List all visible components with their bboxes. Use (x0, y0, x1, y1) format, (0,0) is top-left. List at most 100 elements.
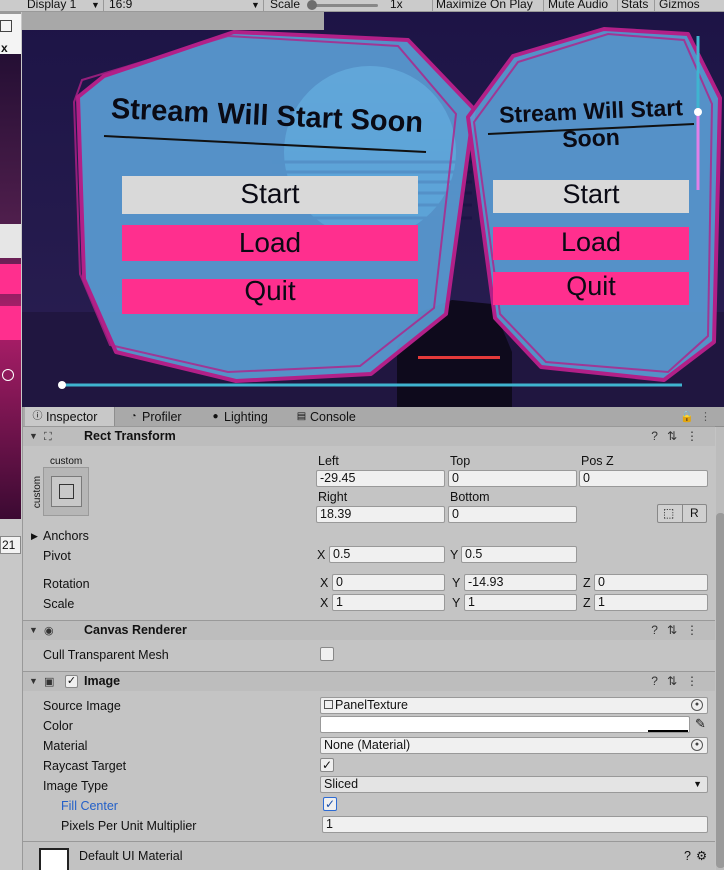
rect-transform-title: Rect Transform (84, 429, 176, 443)
aspect-dropdown-arrow-icon[interactable]: ▼ (251, 0, 260, 11)
toolbar-divider (654, 0, 655, 11)
anchor-square-icon (59, 484, 74, 499)
dropdown-arrow-icon: ▼ (693, 779, 702, 789)
left-start-button[interactable]: Start (122, 178, 418, 210)
object-picker-icon[interactable]: ● (691, 739, 703, 751)
tab-profiler[interactable]: ◔ Profiler (121, 407, 201, 427)
display-dropdown[interactable]: Display 1 (27, 0, 76, 11)
aspect-dropdown[interactable]: 16:9 (109, 0, 132, 11)
right-field[interactable]: 18.39 (316, 506, 445, 523)
top-field[interactable]: 0 (448, 470, 577, 487)
rotation-z-label: Z (583, 576, 591, 590)
anchors-label[interactable]: Anchors (43, 529, 89, 543)
maximize-on-play-toggle[interactable]: Maximize On Play (436, 0, 533, 11)
scale-slider-track[interactable] (308, 4, 378, 7)
object-picker-icon[interactable]: ● (691, 699, 703, 711)
game-view-toolbar: Display 1 ▼ 16:9 ▼ Scale 1x Maximize On … (0, 0, 724, 12)
collapse-arrow-icon[interactable]: ▼ (29, 621, 38, 640)
rotation-label: Rotation (43, 577, 90, 591)
rotation-y-field[interactable]: -14.93 (464, 574, 577, 591)
posz-field[interactable]: 0 (579, 470, 708, 487)
color-label: Color (43, 719, 73, 733)
rect-transform-header[interactable]: ▼ ⛶ Rect Transform ?⇅⋮ (23, 426, 715, 446)
inspector-scrollbar-thumb[interactable] (716, 513, 724, 868)
component-menu-icons[interactable]: ?⇅⋮ (651, 672, 707, 691)
sprite-icon (324, 700, 333, 709)
toolbar-divider (103, 0, 104, 11)
eyedropper-icon[interactable]: ✎ (695, 717, 706, 731)
rotation-x-field[interactable]: 0 (332, 574, 445, 591)
tab-options-icons[interactable]: 🔒⋮ (680, 410, 717, 423)
component-menu-icons[interactable]: ?⇅⋮ (651, 621, 707, 640)
right-load-button[interactable]: Load (493, 227, 689, 258)
lightbulb-icon: ● (212, 411, 219, 422)
material-value: None (Material) (324, 738, 411, 752)
rotation-z-field[interactable]: 0 (594, 574, 708, 591)
ppu-multiplier-field[interactable]: 1 (322, 816, 708, 833)
material-preview-icon[interactable] (39, 848, 69, 870)
anchors-expand-icon[interactable]: ▶ (31, 529, 38, 543)
raycast-target-checkbox[interactable]: ✓ (320, 758, 334, 772)
blueprint-mode-icon[interactable]: ⬚ (663, 506, 674, 520)
toolbar-divider (263, 0, 264, 11)
cull-transparent-checkbox[interactable] (320, 647, 334, 661)
color-field[interactable] (320, 716, 690, 733)
canvas-renderer-header[interactable]: ▼ ◉ Canvas Renderer ?⇅⋮ (23, 620, 715, 640)
tab-lighting[interactable]: ● Lighting (203, 407, 285, 427)
scene-coordinate-field[interactable]: 21 (0, 536, 21, 554)
source-image-label: Source Image (43, 699, 121, 713)
material-footer-title: Default UI Material (79, 849, 183, 863)
collapse-arrow-icon[interactable]: ▼ (29, 427, 38, 446)
tab-inspector[interactable]: ⓘ Inspector (25, 407, 115, 428)
scale-z-field[interactable]: 1 (594, 594, 708, 611)
right-quit-button[interactable]: Quit (493, 271, 689, 302)
pivot-x-label: X (317, 548, 326, 562)
material-footer-icons[interactable]: ?⚙ (684, 849, 712, 863)
scale-z-label: Z (583, 596, 591, 610)
scene-view-preview[interactable]: x (0, 14, 21, 519)
scene-header: x (0, 14, 21, 55)
scene-x-label: x (1, 41, 8, 55)
left-field[interactable]: -29.45 (316, 470, 445, 487)
inspector-scrollbar[interactable] (716, 427, 724, 870)
image-type-dropdown[interactable]: Sliced ▼ (320, 776, 708, 793)
tab-console-label: Console (310, 410, 356, 424)
scale-y-field[interactable]: 1 (464, 594, 577, 611)
pivot-y-label: Y (450, 548, 459, 562)
source-image-value: PanelTexture (335, 698, 408, 712)
right-start-button[interactable]: Start (493, 179, 689, 210)
scale-x-field[interactable]: 1 (332, 594, 445, 611)
top-label: Top (450, 454, 471, 468)
display-dropdown-arrow-icon[interactable]: ▼ (91, 0, 100, 11)
image-enabled-checkbox[interactable]: ✓ (65, 675, 78, 688)
left-label: Left (318, 454, 339, 468)
fill-center-checkbox[interactable]: ✓ (323, 797, 337, 811)
source-image-field[interactable]: PanelTexture ● (320, 697, 708, 714)
bottom-field[interactable]: 0 (448, 506, 577, 523)
pivot-label: Pivot (43, 549, 71, 563)
raw-edit-button[interactable]: R (690, 506, 699, 520)
anchor-preset-button[interactable] (43, 467, 89, 516)
component-menu-icons[interactable]: ?⇅⋮ (651, 427, 707, 446)
gizmos-toggle[interactable]: Gizmos (659, 0, 700, 11)
mute-audio-toggle[interactable]: Mute Audio (548, 0, 608, 11)
collapse-arrow-icon[interactable]: ▼ (29, 672, 38, 691)
alpha-bar (648, 730, 688, 732)
scene-box-icon (0, 20, 12, 32)
tab-profiler-label: Profiler (142, 410, 182, 424)
profiler-icon: ◔ (130, 411, 137, 422)
game-view[interactable]: Stream Will Start Soon Start Load Quit S… (22, 12, 724, 407)
tab-console[interactable]: ▤ Console (289, 407, 369, 427)
left-quit-button[interactable]: Quit (122, 275, 418, 307)
canvas-renderer-title: Canvas Renderer (84, 623, 187, 637)
scale-label: Scale (270, 0, 301, 11)
stats-toggle[interactable]: Stats (621, 0, 648, 11)
scale-slider-handle[interactable] (307, 0, 317, 10)
pivot-y-field[interactable]: 0.5 (461, 546, 577, 563)
pivot-x-field[interactable]: 0.5 (329, 546, 445, 563)
scene-button (0, 306, 21, 340)
rotation-x-label: X (320, 576, 329, 590)
material-field[interactable]: None (Material) ● (320, 737, 708, 754)
image-header[interactable]: ▼ ▣ ✓ Image ?⇅⋮ (23, 671, 715, 691)
left-load-button[interactable]: Load (122, 227, 418, 259)
